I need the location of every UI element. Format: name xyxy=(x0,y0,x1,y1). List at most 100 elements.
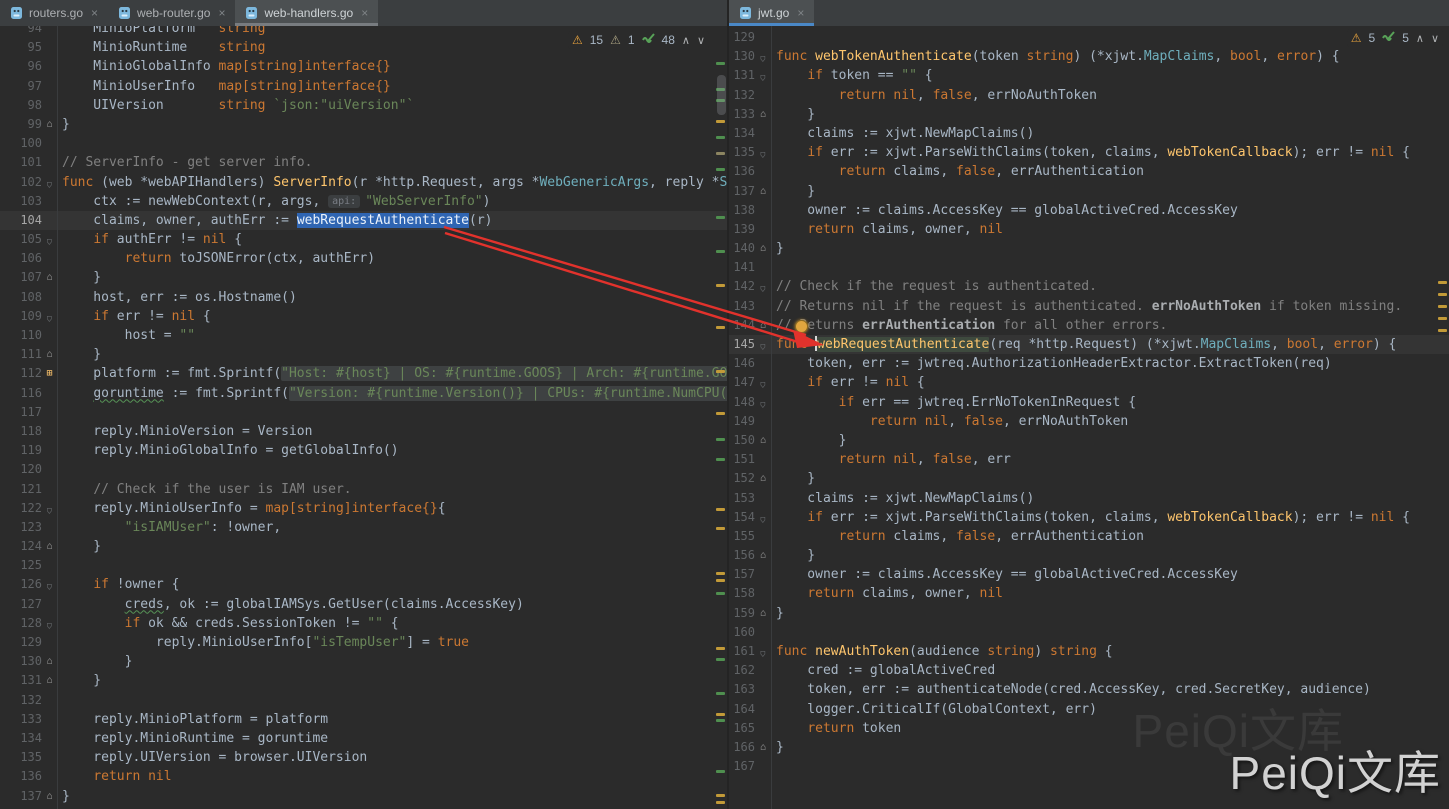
line-number[interactable]: 131 xyxy=(0,671,42,690)
tab-routers.go[interactable]: routers.go× xyxy=(0,0,108,26)
code-line-142[interactable]: 142⌂// Check if the request is authentic… xyxy=(729,277,1449,296)
code-line-118[interactable]: 118 reply.MinioVersion = Version xyxy=(0,422,727,441)
stripe-mark[interactable] xyxy=(716,579,725,582)
code-line-131[interactable]: 131⌂ if token == "" { xyxy=(729,66,1449,85)
fold-close-icon[interactable]: ⌂ xyxy=(42,345,57,364)
code-line-128[interactable]: 128⌂ if ok && creds.SessionToken != "" { xyxy=(0,614,727,633)
line-number[interactable]: 133 xyxy=(0,710,42,729)
stripe-mark[interactable] xyxy=(716,458,725,461)
code-line-155[interactable]: 155 return claims, false, errAuthenticat… xyxy=(729,527,1449,546)
line-number[interactable]: 141 xyxy=(729,258,755,277)
code-line-97[interactable]: 97 MinioUserInfo map[string]interface{} xyxy=(0,77,727,96)
code-line-112[interactable]: 112⊞ platform := fmt.Sprintf("Host: #{ho… xyxy=(0,364,727,383)
code-text[interactable]: if err != nil { xyxy=(57,307,211,326)
code-text[interactable]: return claims, false, errAuthentication xyxy=(771,162,1144,181)
code-line-99[interactable]: 99⌂} xyxy=(0,115,727,134)
line-number[interactable]: 109 xyxy=(0,307,42,326)
line-number[interactable]: 160 xyxy=(729,623,755,642)
code-text[interactable]: cred := globalActiveCred xyxy=(771,661,995,680)
fold-close-icon[interactable]: ⌂ xyxy=(755,469,771,488)
fold-close-icon[interactable]: ⌂ xyxy=(42,115,57,134)
line-number[interactable]: 164 xyxy=(729,700,755,719)
code-line-129[interactable]: 129 reply.MinioUserInfo["isTempUser"] = … xyxy=(0,633,727,652)
code-text[interactable]: goruntime := fmt.Sprintf("Version: #{run… xyxy=(57,384,727,403)
stripe-mark[interactable] xyxy=(716,412,725,415)
line-number[interactable]: 132 xyxy=(729,86,755,105)
tab-web-router.go[interactable]: web-router.go× xyxy=(108,0,235,26)
code-line-122[interactable]: 122⌂ reply.MinioUserInfo = map[string]in… xyxy=(0,499,727,518)
line-number[interactable]: 128 xyxy=(0,614,42,633)
code-text[interactable]: if !owner { xyxy=(57,575,179,594)
line-number[interactable]: 98 xyxy=(0,96,42,115)
line-number[interactable]: 153 xyxy=(729,489,755,508)
line-number[interactable]: 151 xyxy=(729,450,755,469)
code-text[interactable]: token, err := jwtreq.AuthorizationHeader… xyxy=(771,354,1332,373)
code-text[interactable]: reply.UIVersion = browser.UIVersion xyxy=(57,748,367,767)
stripe-mark[interactable] xyxy=(716,527,725,530)
code-line-106[interactable]: 106 return toJSONError(ctx, authErr) xyxy=(0,249,727,268)
code-line-121[interactable]: 121 // Check if the user is IAM user. xyxy=(0,480,727,499)
line-number[interactable]: 147 xyxy=(729,373,755,392)
line-number[interactable]: 95 xyxy=(0,38,42,57)
code-line-145[interactable]: 145⌂func webRequestAuthenticate(req *htt… xyxy=(729,335,1449,354)
code-text[interactable]: func newAuthToken(audience string) strin… xyxy=(771,642,1113,661)
line-number[interactable]: 130 xyxy=(0,652,42,671)
folded-region-icon[interactable]: ⊞ xyxy=(42,364,57,383)
code-line-102[interactable]: 102⌂func (web *webAPIHandlers) ServerInf… xyxy=(0,173,727,192)
line-number[interactable]: 161 xyxy=(729,642,755,661)
code-text[interactable]: reply.MinioVersion = Version xyxy=(57,422,312,441)
stripe-mark[interactable] xyxy=(716,136,725,139)
code-text[interactable]: } xyxy=(57,115,70,134)
line-number[interactable]: 166 xyxy=(729,738,755,757)
code-text[interactable]: platform := fmt.Sprintf("Host: #{host} |… xyxy=(57,364,727,383)
stripe-mark[interactable] xyxy=(716,658,725,661)
code-text[interactable]: } xyxy=(771,738,784,757)
tab-close-icon[interactable]: × xyxy=(797,6,804,20)
code-line-109[interactable]: 109⌂ if err != nil { xyxy=(0,307,727,326)
line-number[interactable]: 110 xyxy=(0,326,42,345)
code-line-161[interactable]: 161⌂func newAuthToken(audience string) s… xyxy=(729,642,1449,661)
intention-bulb-icon[interactable] xyxy=(795,320,808,333)
line-number[interactable]: 142 xyxy=(729,277,755,296)
code-text[interactable]: if token == "" { xyxy=(771,66,933,85)
code-text[interactable]: return claims, false, errAuthentication xyxy=(771,527,1144,546)
code-text[interactable]: ctx := newWebContext(r, args, api:"WebSe… xyxy=(57,192,490,211)
code-line-108[interactable]: 108 host, err := os.Hostname() xyxy=(0,288,727,307)
code-text[interactable]: // Check if the user is IAM user. xyxy=(57,480,352,499)
code-line-159[interactable]: 159⌂} xyxy=(729,604,1449,623)
code-line-116[interactable]: 116 goruntime := fmt.Sprintf("Version: #… xyxy=(0,384,727,403)
code-text[interactable]: return claims, owner, nil xyxy=(771,220,1003,239)
code-text[interactable]: reply.MinioUserInfo["isTempUser"] = true xyxy=(57,633,469,652)
code-line-110[interactable]: 110 host = "" xyxy=(0,326,727,345)
stripe-mark[interactable] xyxy=(716,719,725,722)
stripe-mark[interactable] xyxy=(716,250,725,253)
stripe-mark[interactable] xyxy=(716,713,725,716)
fold-close-icon[interactable]: ⌂ xyxy=(42,268,57,287)
line-number[interactable]: 158 xyxy=(729,584,755,603)
code-text[interactable]: claims, owner, authErr := webRequestAuth… xyxy=(57,211,492,230)
line-number[interactable]: 131 xyxy=(729,66,755,85)
line-number[interactable]: 135 xyxy=(0,748,42,767)
code-line-132[interactable]: 132 return nil, false, errNoAuthToken xyxy=(729,86,1449,105)
line-number[interactable]: 116 xyxy=(0,384,42,403)
line-number[interactable]: 99 xyxy=(0,115,42,134)
code-text[interactable]: return token xyxy=(771,719,901,738)
line-number[interactable]: 154 xyxy=(729,508,755,527)
line-number[interactable]: 167 xyxy=(729,757,755,776)
fold-close-icon[interactable]: ⌂ xyxy=(42,652,57,671)
code-line-100[interactable]: 100 xyxy=(0,134,727,153)
line-number[interactable]: 111 xyxy=(0,345,42,364)
line-number[interactable]: 134 xyxy=(729,124,755,143)
next-highlight-button[interactable]: ∨ xyxy=(697,34,705,47)
code-line-160[interactable]: 160 xyxy=(729,623,1449,642)
stripe-mark[interactable] xyxy=(1438,293,1447,296)
line-number[interactable]: 120 xyxy=(0,460,42,479)
line-number[interactable]: 144 xyxy=(729,316,755,335)
error-stripe-left[interactable] xyxy=(713,26,727,809)
next-highlight-button[interactable]: ∨ xyxy=(1431,32,1439,45)
code-line-149[interactable]: 149 return nil, false, errNoAuthToken xyxy=(729,412,1449,431)
tab-jwt.go[interactable]: jwt.go× xyxy=(729,0,814,26)
code-line-126[interactable]: 126⌂ if !owner { xyxy=(0,575,727,594)
code-line-135[interactable]: 135 reply.UIVersion = browser.UIVersion xyxy=(0,748,727,767)
code-text[interactable]: MinioPlatform string xyxy=(57,26,266,38)
